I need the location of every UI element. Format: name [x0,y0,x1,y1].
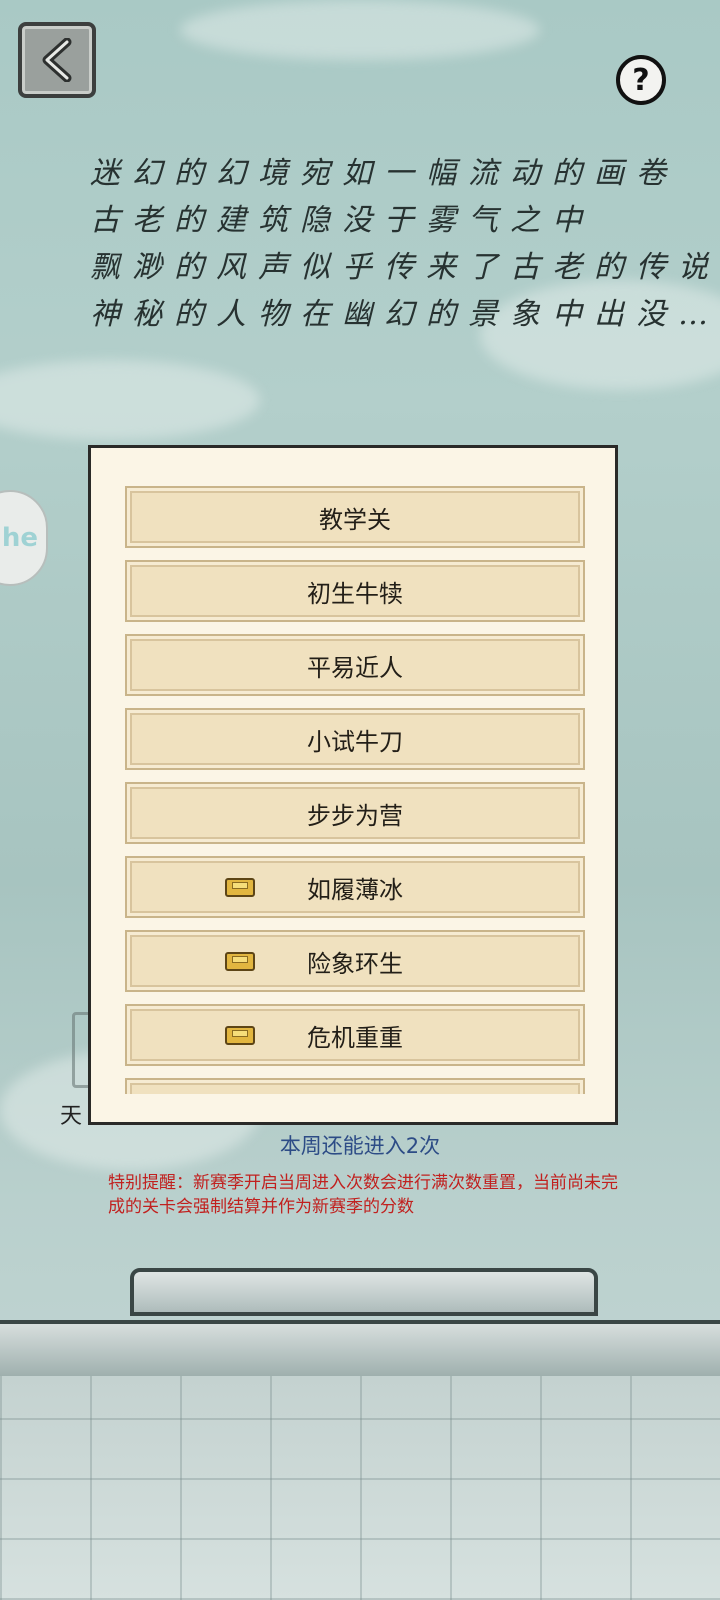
season-notice: 特别提醒：新赛季开启当周进入次数会进行满次数重置，当前尚未完成的关卡会强制结算并… [108,1173,618,1217]
level-button[interactable]: 教学关 [125,486,585,548]
poem-line: 迷幻的幻境宛如一幅流动的画卷 [90,156,678,191]
railing-top [130,1268,598,1316]
intro-poem: 迷幻的幻境宛如一幅流动的画卷 古老的建筑隐没于雾气之中 飘渺的风声似乎传来了古老… [90,150,720,338]
cloud [0,360,260,440]
level-button[interactable]: 如履薄冰 [125,856,585,918]
level-select-panel: 教学关 初生牛犊 平易近人 小试牛刀 步步为营 如履薄冰 险象环生 危机重重 [88,445,618,1125]
background-label: 天 [60,1104,83,1129]
poem-line: 古老的建筑隐没于雾气之中 [90,203,594,238]
gold-ingot-icon [225,1026,255,1045]
level-button[interactable]: 平易近人 [125,634,585,696]
gold-ingot-icon [225,952,255,971]
side-home-icon[interactable]: he [0,490,48,586]
cloud [180,0,540,60]
chevron-left-icon [42,38,72,82]
level-label: 步步为营 [307,801,403,830]
level-label: 教学关 [319,505,391,534]
side-icon-text: he [1,523,38,553]
level-button[interactable]: 危机重重 [125,1004,585,1066]
level-label: 险象环生 [307,949,403,978]
help-icon: ? [632,62,650,98]
level-list[interactable]: 教学关 初生牛犊 平易近人 小试牛刀 步步为营 如履薄冰 险象环生 危机重重 [125,486,585,1094]
poem-line: 神秘的人物在幽幻的景象中出没… [90,297,720,332]
level-button[interactable]: 小试牛刀 [125,708,585,770]
help-button[interactable]: ? [616,55,666,105]
level-button[interactable]: 险象环生 [125,930,585,992]
level-button[interactable]: 初生牛犊 [125,560,585,622]
game-screen: ? 迷幻的幻境宛如一幅流动的画卷 古老的建筑隐没于雾气之中 飘渺的风声似乎传来了… [0,0,720,1600]
remaining-entries-text: 本周还能进入2次 [279,1134,441,1158]
gold-ingot-icon [225,878,255,897]
railing [0,1320,720,1380]
level-label: 如履薄冰 [307,875,403,904]
stone-floor [0,1376,720,1600]
level-label: 平易近人 [307,653,403,682]
level-label: 小试牛刀 [307,727,403,756]
back-button[interactable] [18,22,96,98]
level-label: 危机重重 [307,1023,403,1052]
level-label: 初生牛犊 [307,579,403,608]
level-button[interactable]: 步步为营 [125,782,585,844]
poem-line: 飘渺的风声似乎传来了古老的传说 [90,250,720,285]
level-button[interactable] [125,1078,585,1094]
